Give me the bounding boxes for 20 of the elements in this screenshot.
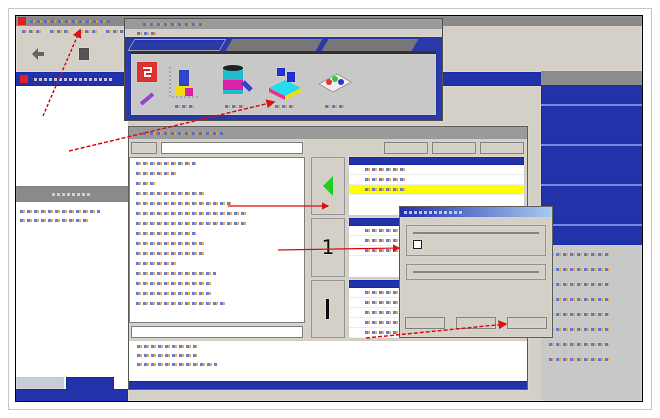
document-icon[interactable]	[76, 46, 92, 62]
dialog-button[interactable]	[456, 317, 496, 329]
launcher-tab[interactable]	[322, 39, 418, 51]
path-field[interactable]	[161, 142, 303, 154]
left-triangle-icon	[323, 176, 333, 196]
dialog-button[interactable]	[405, 317, 446, 329]
dialog-button[interactable]	[506, 317, 547, 329]
go-button[interactable]	[131, 142, 157, 154]
filter-field[interactable]	[131, 326, 303, 338]
checkbox[interactable]	[413, 240, 422, 249]
launcher-tab[interactable]	[226, 39, 322, 51]
toolbar-button[interactable]	[432, 142, 476, 154]
app-logo-icon[interactable]	[137, 62, 157, 82]
table-row[interactable]	[349, 185, 524, 195]
back-arrow-icon[interactable]	[30, 46, 46, 62]
table-row[interactable]	[349, 165, 524, 175]
toolbar-button[interactable]	[384, 142, 428, 154]
toolbar-button[interactable]	[480, 142, 524, 154]
launcher-tab[interactable]	[128, 39, 226, 51]
vertical-bar-icon	[326, 298, 330, 319]
